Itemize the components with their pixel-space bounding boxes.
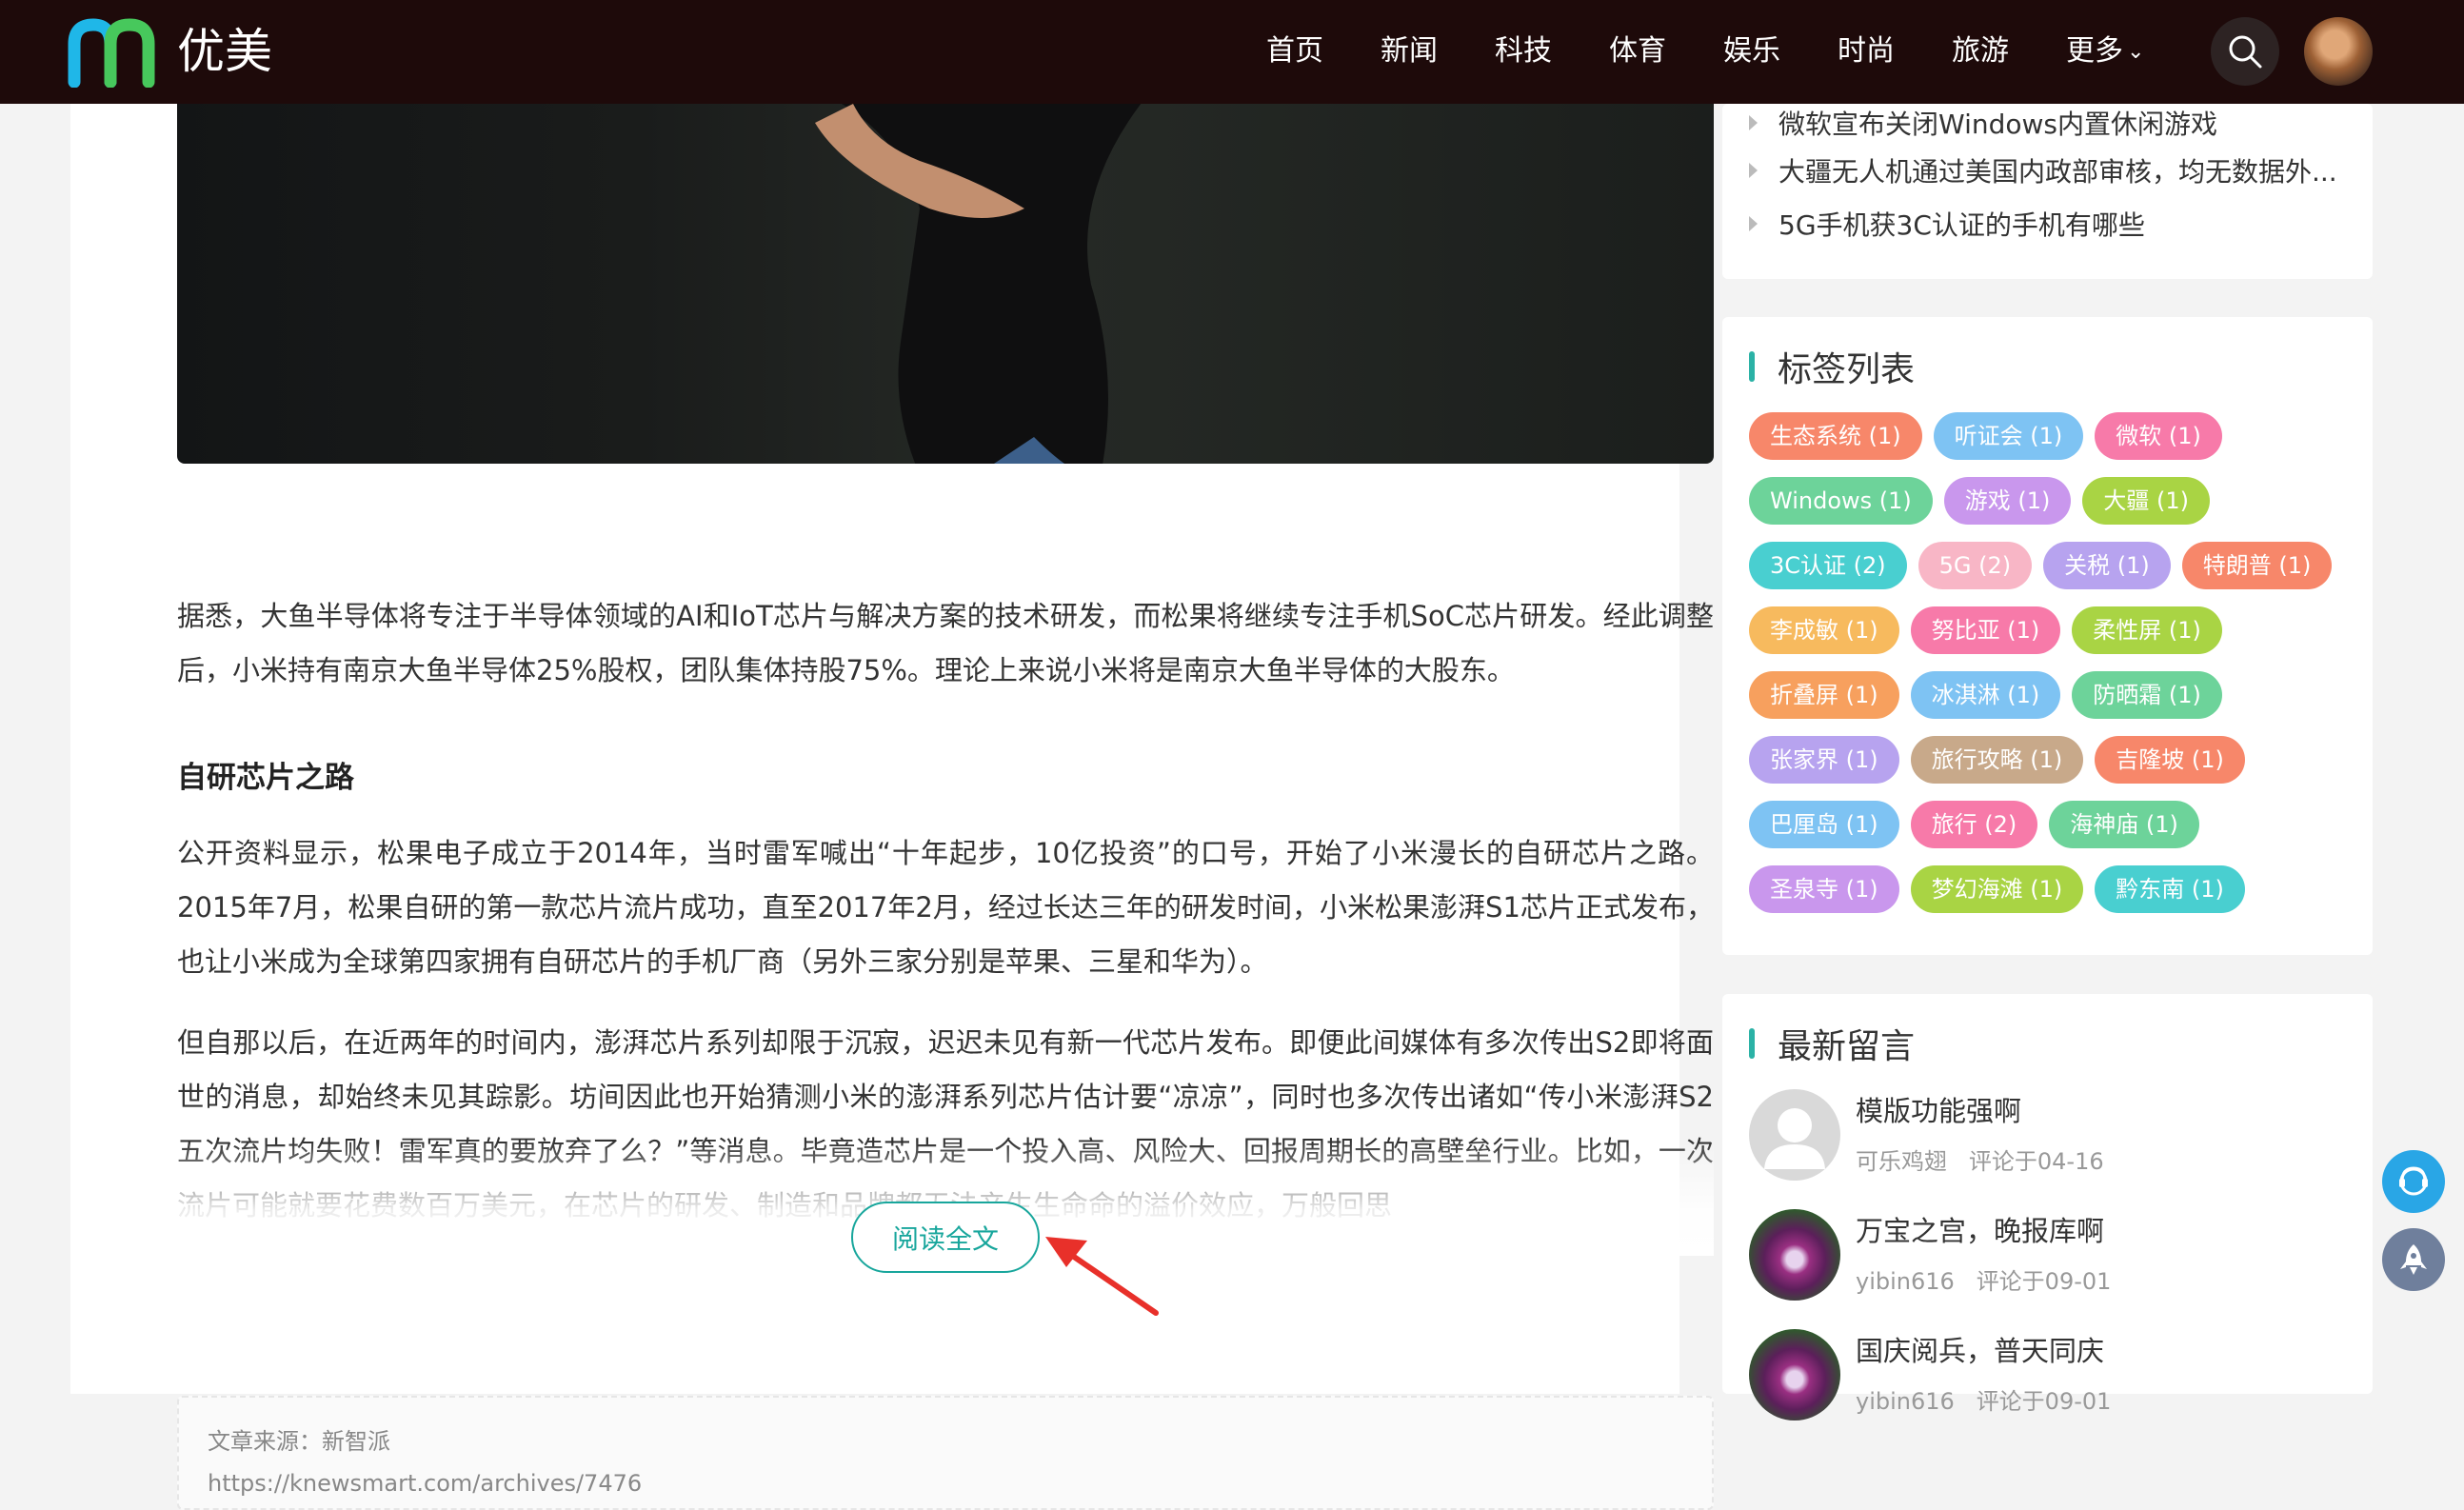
arrow-annotation-icon: [1045, 1237, 1159, 1316]
hot-article-title: 大疆无人机通过美国内政部审核，均无数据外...: [1778, 156, 2337, 188]
read-more-button[interactable]: 阅读全文: [851, 1202, 1040, 1273]
bullet-triangle-icon: [1749, 115, 1758, 130]
person-figure-image: [815, 104, 1142, 464]
nav-entertainment[interactable]: 娱乐: [1723, 29, 1780, 75]
comment-user[interactable]: 可乐鸡翅: [1856, 1148, 1947, 1175]
comment-meta: 可乐鸡翅 评论于04-16: [1856, 1142, 2104, 1176]
nav-travel[interactable]: 旅游: [1952, 29, 2009, 75]
comment-user[interactable]: yibin616: [1856, 1268, 1955, 1295]
article-image: [177, 104, 1714, 464]
tag-pill[interactable]: 圣泉寺 (1): [1749, 865, 1899, 913]
source-url-link[interactable]: https://knewsmart.com/archives/7476: [208, 1462, 1683, 1504]
chevron-down-icon: ⌄: [2127, 40, 2145, 64]
hot-article-item[interactable]: 5G手机获3C认证的手机有哪些: [1749, 205, 2145, 243]
nav-more-label: 更多: [2066, 34, 2123, 68]
comment-item[interactable]: 万宝之宫，晚报库啊 yibin616 评论于09-01: [1749, 1209, 2358, 1314]
tag-pill[interactable]: 张家界 (1): [1749, 736, 1899, 784]
tag-pill[interactable]: 巴厘岛 (1): [1749, 801, 1899, 848]
tag-list: 生态系统 (1) 听证会 (1) 微软 (1) Windows (1) 游戏 (1) 大疆…: [1749, 412, 2358, 930]
comment-text: 国庆阅兵，普天同庆: [1856, 1335, 2105, 1367]
comment-time: 评论于09-01: [1976, 1388, 2112, 1415]
site-name[interactable]: 优美: [177, 21, 272, 82]
tag-pill[interactable]: 听证会 (1): [1933, 412, 2084, 460]
hot-article-title: 5G手机获3C认证的手机有哪些: [1778, 209, 2145, 241]
tag-pill[interactable]: 海神庙 (1): [2049, 801, 2199, 848]
tag-pill[interactable]: 努比亚 (1): [1910, 606, 2061, 654]
nav-more[interactable]: 更多 ⌄: [2066, 29, 2144, 75]
tag-pill[interactable]: 折叠屏 (1): [1749, 671, 1899, 719]
tag-pill[interactable]: 吉隆坡 (1): [2095, 736, 2245, 784]
nav-sports[interactable]: 体育: [1609, 29, 1666, 75]
bullet-triangle-icon: [1749, 163, 1758, 178]
tag-pill[interactable]: 旅行攻略 (1): [1910, 736, 2084, 784]
comment-time: 评论于09-01: [1976, 1268, 2112, 1295]
hot-article-title: 微软宣布关闭Windows内置休闲游戏: [1778, 109, 2217, 140]
nav-tech[interactable]: 科技: [1495, 29, 1552, 75]
hot-article-item[interactable]: 微软宣布关闭Windows内置休闲游戏: [1749, 104, 2217, 142]
latest-comments-card: 最新留言 模版功能强啊 可乐鸡翅 评论于04-16 万宝之宫，晚报库啊 yibi…: [1722, 994, 2373, 1421]
chat-support-button[interactable]: [2382, 1150, 2445, 1213]
nav-news[interactable]: 新闻: [1381, 29, 1438, 75]
bullet-triangle-icon: [1749, 216, 1758, 231]
tag-pill[interactable]: 黔东南 (1): [2095, 865, 2245, 913]
chat-icon: [2399, 1166, 2428, 1196]
nav-fashion[interactable]: 时尚: [1838, 29, 1895, 75]
site-logo[interactable]: [67, 15, 162, 88]
nav-home[interactable]: 首页: [1266, 29, 1323, 75]
tags-title: 标签列表: [1749, 342, 1915, 391]
main-nav: 首页 新闻 科技 体育 娱乐 时尚 旅游 更多 ⌄: [1238, 29, 2173, 75]
tag-pill[interactable]: 李成敏 (1): [1749, 606, 1899, 654]
article-paragraph: 据悉，大鱼半导体将专注于半导体领域的AI和IoT芯片与解决方案的技术研发，而松果…: [177, 600, 1714, 686]
comment-text: 模版功能强啊: [1856, 1095, 2022, 1127]
tag-pill[interactable]: 5G (2): [1918, 542, 2033, 589]
tag-pill[interactable]: 微软 (1): [2095, 412, 2222, 460]
article-source-box: 文章来源：新智派 https://knewsmart.com/archives/…: [177, 1396, 1714, 1510]
tag-pill[interactable]: 冰淇淋 (1): [1910, 671, 2061, 719]
tag-pill[interactable]: 旅行 (2): [1910, 801, 2038, 848]
comment-user[interactable]: yibin616: [1856, 1388, 1955, 1415]
back-to-top-button[interactable]: [2382, 1228, 2445, 1291]
top-navbar: 优美 首页 新闻 科技 体育 娱乐 时尚 旅游 更多 ⌄: [0, 0, 2464, 104]
tag-pill[interactable]: 梦幻海滩 (1): [1910, 865, 2084, 913]
hot-article-item[interactable]: 大疆无人机通过美国内政部审核，均无数据外...: [1749, 151, 2337, 189]
tag-pill[interactable]: 关税 (1): [2043, 542, 2171, 589]
tag-pill[interactable]: 防晒霜 (1): [2072, 671, 2222, 719]
tag-pill[interactable]: 柔性屏 (1): [2072, 606, 2222, 654]
tags-title-text: 标签列表: [1778, 350, 1916, 389]
commenter-avatar: [1749, 1329, 1840, 1421]
article-subheading: 自研芯片之路: [177, 761, 354, 795]
tag-pill[interactable]: 特朗普 (1): [2181, 542, 2333, 589]
source-label: 文章来源：新智派: [208, 1428, 390, 1455]
comment-item[interactable]: 国庆阅兵，普天同庆 yibin616 评论于09-01: [1749, 1329, 2358, 1434]
article-paragraph: 公开资料显示，松果电子成立于2014年，当时雷军喊出“十年起步，10亿投资”的口…: [177, 837, 1714, 978]
commenter-avatar: [1749, 1209, 1840, 1301]
tag-pill[interactable]: 大疆 (1): [2082, 477, 2211, 525]
tags-card: 标签列表 生态系统 (1) 听证会 (1) 微软 (1) Windows (1) 游戏 …: [1722, 317, 2373, 955]
default-user-icon: [1764, 1108, 1825, 1169]
tag-pill[interactable]: 生态系统 (1): [1749, 412, 1922, 460]
tag-pill[interactable]: 3C认证 (2): [1749, 542, 1907, 589]
rocket-icon: [2400, 1244, 2427, 1275]
comment-text: 万宝之宫，晚报库啊: [1856, 1215, 2105, 1247]
commenter-avatar: [1749, 1089, 1840, 1181]
article-card: 据悉，大鱼半导体将专注于半导体领域的AI和IoT芯片与解决方案的技术研发，而松果…: [70, 104, 1714, 1510]
comment-meta: yibin616 评论于09-01: [1856, 1262, 2111, 1296]
tag-pill[interactable]: 游戏 (1): [1943, 477, 2072, 525]
hot-articles-card: 微软宣布关闭Windows内置休闲游戏 大疆无人机通过美国内政部审核，均无数据外…: [1722, 104, 2373, 279]
tag-pill[interactable]: Windows (1): [1749, 477, 1933, 525]
comment-item[interactable]: 模版功能强啊 可乐鸡翅 评论于04-16: [1749, 1089, 2358, 1194]
title-accent-bar: [1749, 1028, 1755, 1059]
comments-title: 最新留言: [1749, 1019, 1915, 1068]
comments-title-text: 最新留言: [1778, 1027, 1916, 1066]
search-icon: [2229, 35, 2262, 69]
search-button[interactable]: [2211, 17, 2279, 86]
user-avatar[interactable]: [2304, 17, 2373, 86]
comment-meta: yibin616 评论于09-01: [1856, 1382, 2111, 1416]
title-accent-bar: [1749, 351, 1755, 382]
comment-time: 评论于04-16: [1968, 1148, 2104, 1175]
